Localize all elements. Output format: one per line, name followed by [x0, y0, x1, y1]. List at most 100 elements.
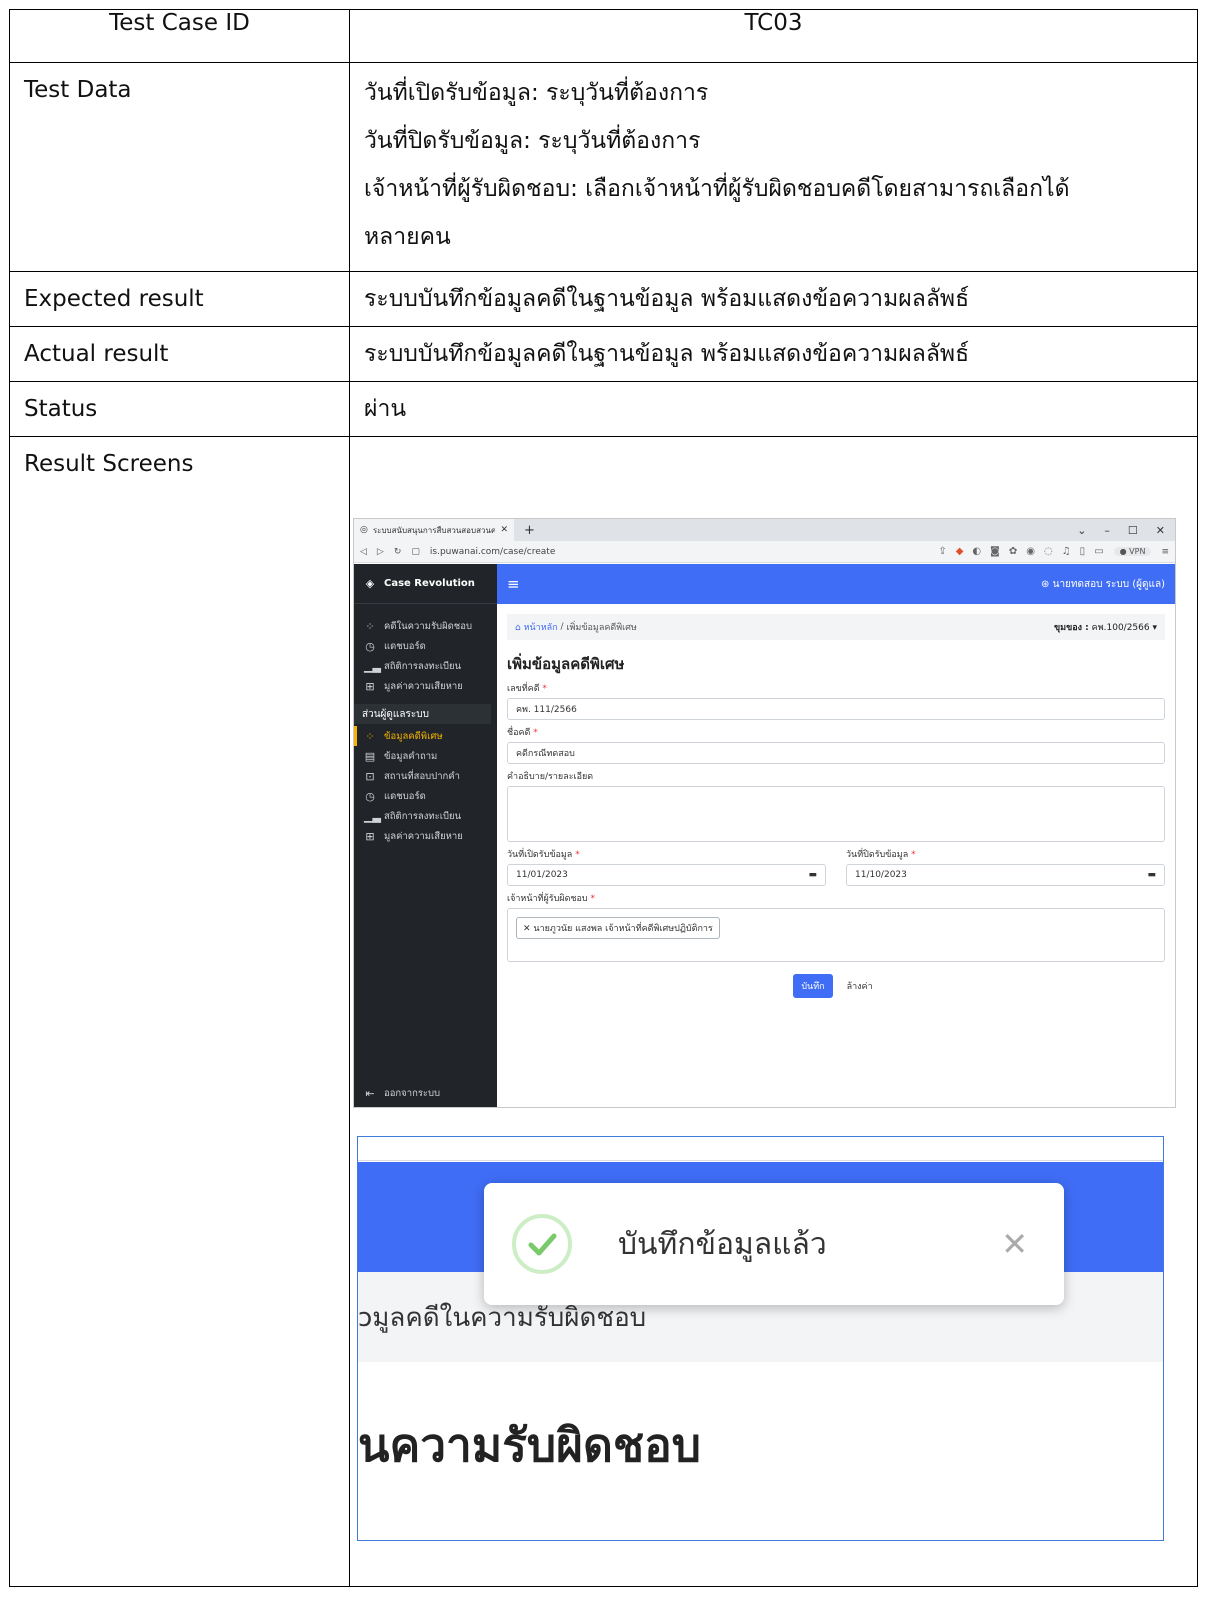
pie-chart-icon: ◷	[365, 639, 375, 653]
calendar-icon[interactable]: ▬	[808, 870, 817, 880]
row-value: ผ่าน	[349, 381, 1198, 437]
sidebar-item-special-cases[interactable]: ⁘ ข้อมูลคดีพิเศษ	[354, 726, 497, 746]
open-date-label: วันที่เปิดรับข้อมูล *	[507, 850, 580, 860]
sidebar-icon[interactable]: ▯	[1080, 546, 1086, 557]
pie-chart-icon: ◷	[365, 789, 375, 803]
brand[interactable]: ◈ Case Revolution	[354, 564, 497, 604]
close-window-icon[interactable]: ✕	[1156, 524, 1165, 537]
calendar-icon[interactable]: ▬	[1147, 870, 1156, 880]
music-icon[interactable]: ♫	[1062, 546, 1071, 557]
close-date-input[interactable]: 11/10/2023 ▬	[846, 864, 1165, 886]
brand-name: Case Revolution	[384, 578, 475, 589]
window-icon[interactable]: ▭	[1094, 546, 1103, 557]
sidebar-item-dashboard-admin[interactable]: ◷ แดชบอร์ด	[354, 786, 497, 806]
check-icon	[512, 1214, 572, 1274]
toast-message: บันทึกข้อมูลแล้ว	[618, 1226, 827, 1262]
main-content: ≡ ⊛ นายทดสอบ ระบบ (ผู้ดูแล) ⌂ หน้าหลัก /…	[497, 564, 1175, 1107]
close-icon[interactable]: ✕	[500, 525, 508, 535]
location-icon: ⊡	[365, 769, 375, 783]
brave-shield-icon[interactable]: ◆	[956, 546, 964, 557]
reload-icon[interactable]: ↻	[394, 547, 402, 557]
user-menu[interactable]: ⊛ นายทดสอบ ระบบ (ผู้ดูแล)	[1041, 577, 1165, 592]
money-icon: ⊞	[365, 829, 375, 843]
globe-icon: ◎	[360, 525, 368, 535]
top-navbar: ≡ ⊛ นายทดสอบ ระบบ (ผู้ดูแล)	[497, 564, 1175, 604]
sidebar-item-questions[interactable]: ▤ ข้อมูลคำถาม	[354, 746, 497, 766]
bar-chart-icon: ▁▃	[364, 809, 381, 823]
row-label: Status	[9, 381, 350, 437]
term-selector[interactable]: ขุมของ : คพ.100/2566 ▾	[1054, 620, 1157, 634]
row-label: Test Data	[9, 62, 350, 272]
remove-icon[interactable]: ✕	[523, 924, 531, 934]
breadcrumb-current: เพิ่มข้อมูลคดีพิเศษ	[566, 623, 637, 633]
test-data-line: วันที่ปิดรับข้อมูล: ระบุวันที่ต้องการ	[364, 128, 701, 154]
officer-select[interactable]: ✕ นายภูวนัย แสงพล เจ้าหน้าที่คดีพิเศษปฏิ…	[507, 908, 1165, 962]
clear-button[interactable]: ล้างค่า	[841, 974, 879, 998]
open-date-input[interactable]: 11/01/2023 ▬	[507, 864, 826, 886]
sidebar-item-dashboard[interactable]: ◷ แดชบอร์ด	[354, 636, 497, 656]
browser-tab[interactable]: ◎ ระบบสนับสนุนการสืบสวนสอบสวนคดีพิเศษ ✕	[354, 519, 514, 541]
grid-icon: ⁘	[365, 619, 375, 633]
message-icon: ▤	[364, 749, 376, 763]
description-label: คำอธิบาย/รายละเอียด	[507, 772, 594, 782]
new-tab-icon[interactable]: +	[524, 523, 535, 538]
chat-icon[interactable]: ◌	[1044, 546, 1053, 557]
sidebar-item-damage-admin[interactable]: ⊞ มูลค่าความเสียหาย	[354, 826, 497, 846]
chevron-down-icon[interactable]: ⌄	[1077, 524, 1086, 537]
breadcrumb-home[interactable]: ⌂ หน้าหลัก	[515, 620, 558, 634]
case-no-input[interactable]: คพ. 111/2566	[507, 698, 1165, 720]
close-date-label: วันที่ปิดรับข้อมูล *	[846, 850, 916, 860]
row-expected: Expected result ระบบบันทึกข้อมูลคดีในฐาน…	[9, 271, 1198, 327]
camera-icon[interactable]: ◙	[990, 546, 1000, 557]
logout-button[interactable]: ⇤ ออกจากระบบ	[364, 1086, 440, 1101]
extension-icons: ⇪ ◆ ◐ ◙ ✿ ◉ ◌ ♫ ▯ ▭	[938, 546, 1103, 557]
extension-icon[interactable]: ◐	[972, 546, 981, 557]
header-value: TC03	[349, 9, 1198, 63]
case-no-label: เลขที่คดี *	[507, 684, 547, 694]
officer-tag[interactable]: ✕ นายภูวนัย แสงพล เจ้าหน้าที่คดีพิเศษปฏิ…	[516, 917, 720, 939]
minimize-icon[interactable]: –	[1104, 524, 1110, 537]
main-menu: ⁘ คดีในความรับผิดชอบ ◷ แดชบอร์ด ▁▃ สถิติการ…	[354, 604, 497, 696]
sidebar-item-stats-admin[interactable]: ▁▃ สถิติการลงทะเบียน	[354, 806, 497, 826]
money-icon: ⊞	[365, 679, 375, 693]
row-value: ระบบบันทึกข้อมูลคดีในฐานข้อมูล พร้อมแสดง…	[349, 326, 1198, 382]
url-field[interactable]: is.puwanai.com/case/create	[430, 547, 928, 557]
date-row: วันที่เปิดรับข้อมูล * 11/01/2023 ▬ วันที่…	[497, 842, 1175, 886]
sidebar-item-stats[interactable]: ▁▃ สถิติการลงทะเบียน	[354, 656, 497, 676]
row-label: Actual result	[9, 326, 350, 382]
test-data-value: วันที่เปิดรับข้อมูล: ระบุวันที่ต้องการ ว…	[349, 62, 1198, 272]
puzzle-icon[interactable]: ✿	[1009, 546, 1017, 557]
admin-menu: ⁘ ข้อมูลคดีพิเศษ ▤ ข้อมูลคำถาม ⊡ สถานที่สอบ…	[354, 724, 497, 846]
close-icon[interactable]: ✕	[1001, 1225, 1028, 1263]
browser-tab-bar: ◎ ระบบสนับสนุนการสืบสวนสอบสวนคดีพิเศษ ✕ …	[354, 519, 1175, 541]
row-status: Status ผ่าน	[9, 381, 1198, 437]
sidebar-item-cases[interactable]: ⁘ คดีในความรับผิดชอบ	[354, 616, 497, 636]
share-icon[interactable]: ⇪	[938, 546, 946, 557]
header-label: Test Case ID	[9, 9, 350, 63]
sidebar-item-locations[interactable]: ⊡ สถานที่สอบปากคำ	[354, 766, 497, 786]
bookmark-icon[interactable]: ▢	[411, 547, 420, 557]
case-name-label: ชื่อคดี *	[507, 728, 538, 738]
success-toast: บันทึกข้อมูลแล้ว ✕	[484, 1183, 1064, 1305]
officer-label: เจ้าหน้าที่ผู้รับผิดชอบ *	[507, 894, 596, 904]
menu-icon[interactable]: ≡	[1161, 547, 1169, 557]
case-name-input[interactable]: คดีกรณีทดสอบ	[507, 742, 1165, 764]
hamburger-icon[interactable]: ≡	[507, 575, 520, 593]
forward-icon[interactable]: ▷	[377, 547, 384, 557]
row-value: ระบบบันทึกข้อมูลคดีในฐานข้อมูล พร้อมแสดง…	[349, 271, 1198, 327]
address-bar: ◁ ▷ ↻ ▢ is.puwanai.com/case/create ⇪ ◆ ◐…	[354, 541, 1175, 563]
layers-icon: ◈	[365, 577, 375, 590]
window-controls: ⌄ – ☐ ✕	[1077, 524, 1175, 537]
form-actions: บันทึก ล้างค่า	[497, 974, 1175, 998]
vpn-badge[interactable]: ● VPN	[1113, 547, 1152, 556]
maximize-icon[interactable]: ☐	[1128, 524, 1138, 537]
test-data-line: หลายคน	[364, 224, 451, 250]
breadcrumb: ⌂ หน้าหลัก / เพิ่มข้อมูลคดีพิเศษ ขุมของ …	[507, 614, 1165, 640]
wallet-icon[interactable]: ◉	[1026, 546, 1035, 557]
description-textarea[interactable]	[507, 786, 1165, 842]
save-button[interactable]: บันทึก	[793, 974, 833, 998]
sidebar-item-damage[interactable]: ⊞ มูลค่าความเสียหาย	[354, 676, 497, 696]
grid-icon: ⁘	[365, 729, 375, 743]
app-area: ◈ Case Revolution ⁘ คดีในความรับผิดชอบ ◷ แ…	[354, 564, 1175, 1107]
back-icon[interactable]: ◁	[360, 547, 367, 557]
